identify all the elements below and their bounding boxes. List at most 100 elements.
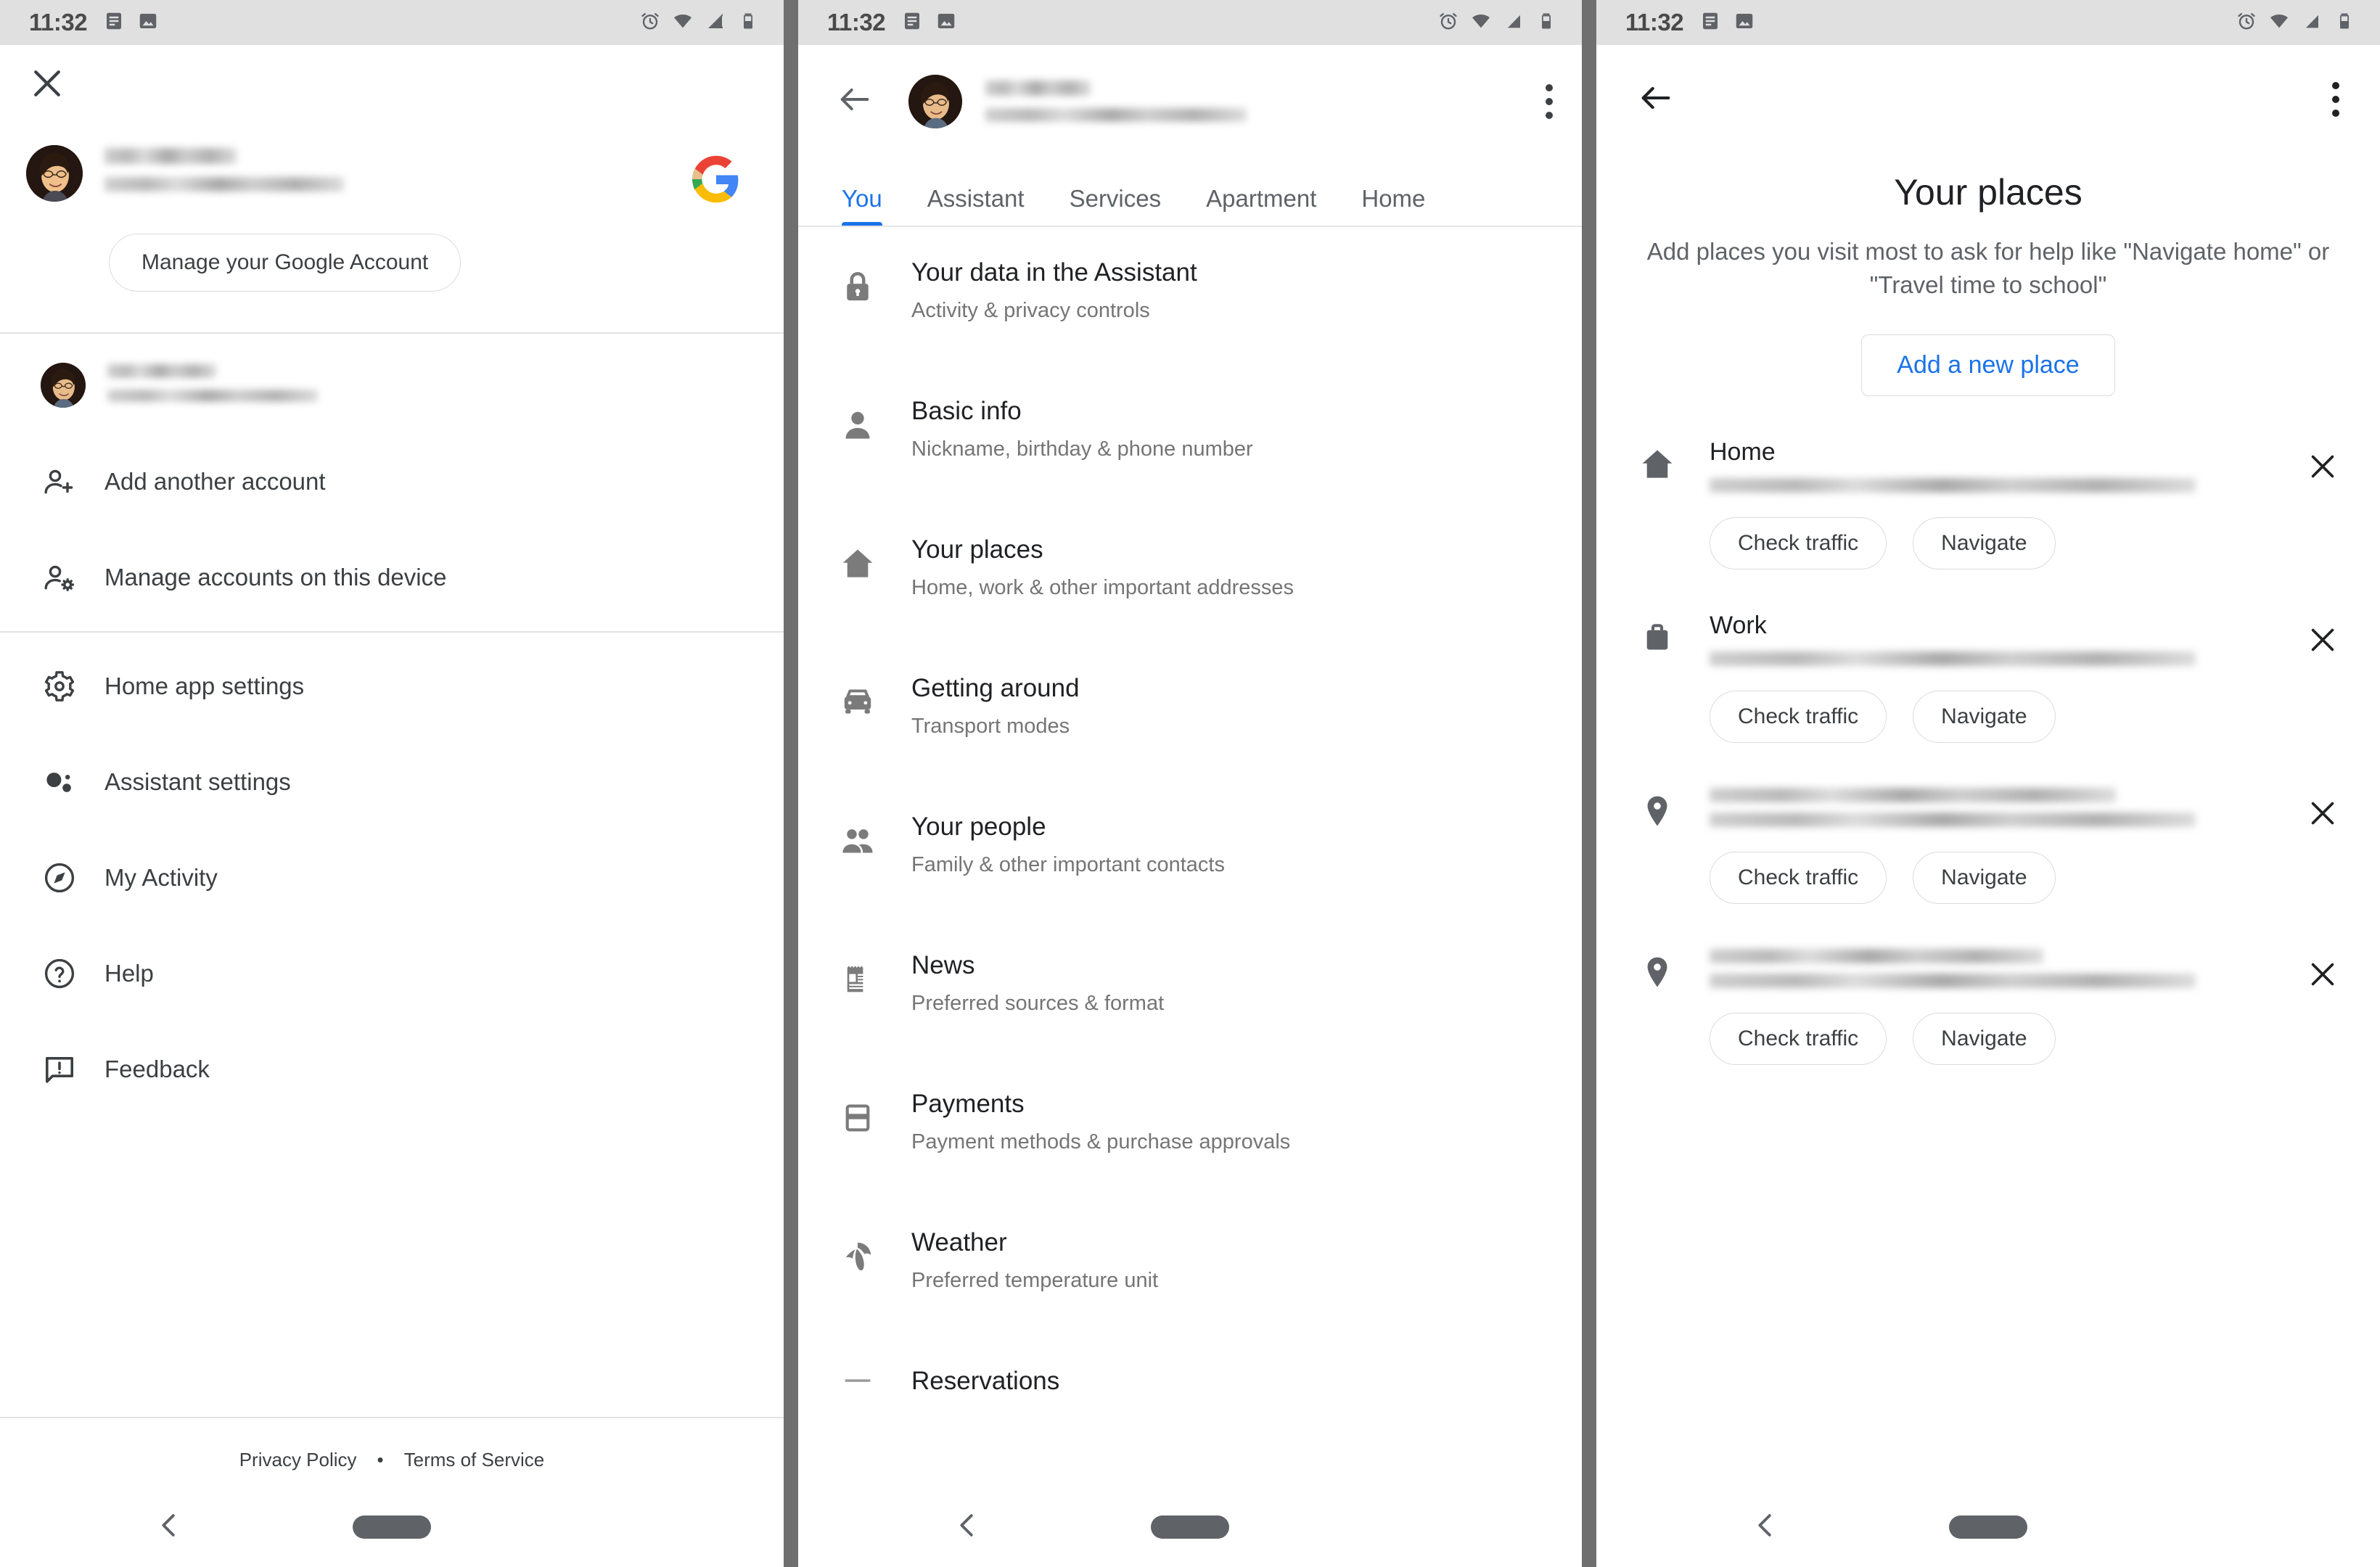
check-traffic-button[interactable]: Check traffic bbox=[1710, 691, 1887, 744]
privacy-policy-link[interactable]: Privacy Policy bbox=[239, 1449, 357, 1471]
check-traffic-button[interactable]: Check traffic bbox=[1710, 1013, 1887, 1066]
footer-links: Privacy Policy • Terms of Service bbox=[0, 1449, 784, 1471]
image-icon bbox=[935, 10, 957, 36]
battery-icon bbox=[2334, 10, 2355, 36]
status-time: 11:32 bbox=[1625, 9, 1684, 36]
signal-icon bbox=[2301, 10, 2323, 36]
nav-home-pill[interactable] bbox=[1949, 1515, 2027, 1539]
settings-row-payments[interactable]: Payments Payment methods & purchase appr… bbox=[798, 1058, 1582, 1197]
account-email-redacted bbox=[104, 177, 344, 192]
menu-item-help[interactable]: Help bbox=[0, 926, 784, 1021]
people-icon bbox=[839, 812, 891, 863]
close-icon[interactable] bbox=[2306, 785, 2339, 834]
tab-apartment[interactable]: Apartment bbox=[1206, 185, 1316, 227]
nav-home-pill[interactable] bbox=[353, 1515, 431, 1539]
row-subtitle: Preferred sources & format bbox=[911, 991, 1165, 1015]
settings-row-news[interactable]: News Preferred sources & format bbox=[798, 920, 1582, 1058]
add-a-new-place-button[interactable]: Add a new place bbox=[1861, 334, 2115, 397]
place-actions: Check traffic Navigate bbox=[1710, 691, 2296, 744]
add-place-wrap: Add a new place bbox=[1596, 334, 2380, 397]
check-traffic-button[interactable]: Check traffic bbox=[1710, 852, 1887, 905]
avatar[interactable] bbox=[908, 74, 962, 128]
close-icon[interactable] bbox=[2306, 612, 2339, 660]
place-body: Check traffic Navigate bbox=[1710, 946, 2296, 1066]
check-traffic-button[interactable]: Check traffic bbox=[1710, 517, 1887, 570]
primary-account-row[interactable] bbox=[0, 125, 784, 203]
account2-email-redacted bbox=[107, 390, 318, 402]
more-vertical-icon[interactable] bbox=[2332, 82, 2339, 117]
alarm-icon bbox=[1437, 10, 1459, 36]
place-actions: Check traffic Navigate bbox=[1710, 852, 2296, 905]
car-icon bbox=[839, 673, 891, 725]
settings-row-your-places[interactable]: Your places Home, work & other important… bbox=[798, 504, 1582, 643]
place-address-redacted bbox=[1710, 813, 2196, 828]
help-circle-icon bbox=[42, 956, 83, 991]
settings-row-basic-info[interactable]: Basic info Nickname, birthday & phone nu… bbox=[798, 366, 1582, 504]
navigate-button[interactable]: Navigate bbox=[1913, 517, 2056, 570]
place-actions: Check traffic Navigate bbox=[1710, 517, 2296, 570]
settings-row-weather[interactable]: Weather Preferred temperature unit bbox=[798, 1197, 1582, 1336]
back-arrow-icon[interactable] bbox=[836, 81, 874, 122]
tab-assistant[interactable]: Assistant bbox=[927, 185, 1025, 227]
notes-icon bbox=[103, 10, 125, 36]
navigate-button[interactable]: Navigate bbox=[1913, 852, 2056, 905]
alarm-icon bbox=[2236, 10, 2257, 36]
umbrella-icon bbox=[839, 1227, 891, 1279]
android-nav-bar-left bbox=[0, 1487, 784, 1567]
assistant-icon bbox=[42, 765, 83, 799]
back-arrow-icon[interactable] bbox=[1637, 79, 1675, 120]
place-body: Check traffic Navigate bbox=[1710, 785, 2296, 905]
status-bar-right: 11:32 bbox=[1596, 0, 2380, 45]
compass-icon bbox=[42, 860, 83, 895]
tab-you[interactable]: You bbox=[842, 185, 882, 227]
menu-item-assistant-settings[interactable]: Assistant settings bbox=[0, 734, 784, 830]
row-subtitle: Nickname, birthday & phone number bbox=[911, 437, 1253, 461]
signal-icon bbox=[705, 10, 726, 36]
row-subtitle: Activity & privacy controls bbox=[911, 298, 1150, 322]
settings-row-your-people[interactable]: Your people Family & other important con… bbox=[798, 781, 1582, 920]
close-icon[interactable] bbox=[2306, 946, 2339, 995]
wifi-icon bbox=[1470, 10, 1492, 36]
menu-item-my-activity[interactable]: My Activity bbox=[0, 830, 784, 926]
menu-item-manage-accounts-on-device[interactable]: Manage accounts on this device bbox=[0, 530, 784, 625]
tab-home[interactable]: Home bbox=[1361, 185, 1425, 227]
menu-item-feedback[interactable]: Feedback bbox=[0, 1021, 784, 1117]
place-name-redacted bbox=[1710, 949, 2043, 964]
navigate-button[interactable]: Navigate bbox=[1913, 1013, 2056, 1066]
close-icon[interactable] bbox=[2306, 438, 2339, 487]
row-title: Payments bbox=[911, 1090, 1025, 1118]
terms-of-service-link[interactable]: Terms of Service bbox=[404, 1449, 545, 1471]
place-address-redacted bbox=[1710, 974, 2196, 989]
settings-row-your-data[interactable]: Your data in the Assistant Activity & pr… bbox=[798, 227, 1582, 366]
manage-accounts-icon bbox=[42, 560, 83, 595]
settings-row-reservations[interactable]: Reservations bbox=[798, 1336, 1582, 1474]
nav-back-icon[interactable] bbox=[1749, 1509, 1782, 1546]
menu-item-add-another-account[interactable]: Add another account bbox=[0, 434, 784, 530]
more-vertical-icon[interactable] bbox=[1546, 83, 1553, 119]
close-icon[interactable] bbox=[28, 64, 67, 107]
settings-row-getting-around[interactable]: Getting around Transport modes bbox=[798, 643, 1582, 781]
secondary-account-row[interactable] bbox=[0, 334, 784, 434]
right-app-bar bbox=[1596, 45, 2380, 154]
status-time: 11:32 bbox=[29, 9, 88, 36]
place-row-custom-2: Check traffic Navigate bbox=[1596, 946, 2380, 1066]
tab-services[interactable]: Services bbox=[1070, 185, 1162, 227]
place-row-work: Work Check traffic Navigate bbox=[1596, 612, 2380, 744]
avatar-secondary bbox=[41, 363, 86, 408]
nav-back-icon[interactable] bbox=[951, 1509, 984, 1546]
nav-back-icon[interactable] bbox=[152, 1509, 186, 1546]
settings-row-text: Payments Payment methods & purchase appr… bbox=[911, 1089, 1290, 1154]
place-name-redacted bbox=[1710, 788, 2116, 803]
home-icon bbox=[1638, 438, 1691, 487]
restaurant-icon bbox=[839, 1366, 891, 1418]
menu-item-home-app-settings[interactable]: Home app settings bbox=[0, 638, 784, 734]
nav-home-pill[interactable] bbox=[1151, 1515, 1229, 1539]
manage-google-account-button[interactable]: Manage your Google Account bbox=[109, 234, 461, 292]
divider-menu-groups bbox=[0, 631, 784, 633]
person-add-icon bbox=[42, 464, 83, 499]
panel-gap-2 bbox=[1582, 0, 1596, 1567]
status-bar-left: 11:32 bbox=[0, 0, 784, 45]
assistant-settings-you-screen: 11:32 You Assistant Services Apartment H… bbox=[798, 0, 1582, 1567]
wifi-icon bbox=[672, 10, 694, 36]
navigate-button[interactable]: Navigate bbox=[1913, 691, 2056, 744]
